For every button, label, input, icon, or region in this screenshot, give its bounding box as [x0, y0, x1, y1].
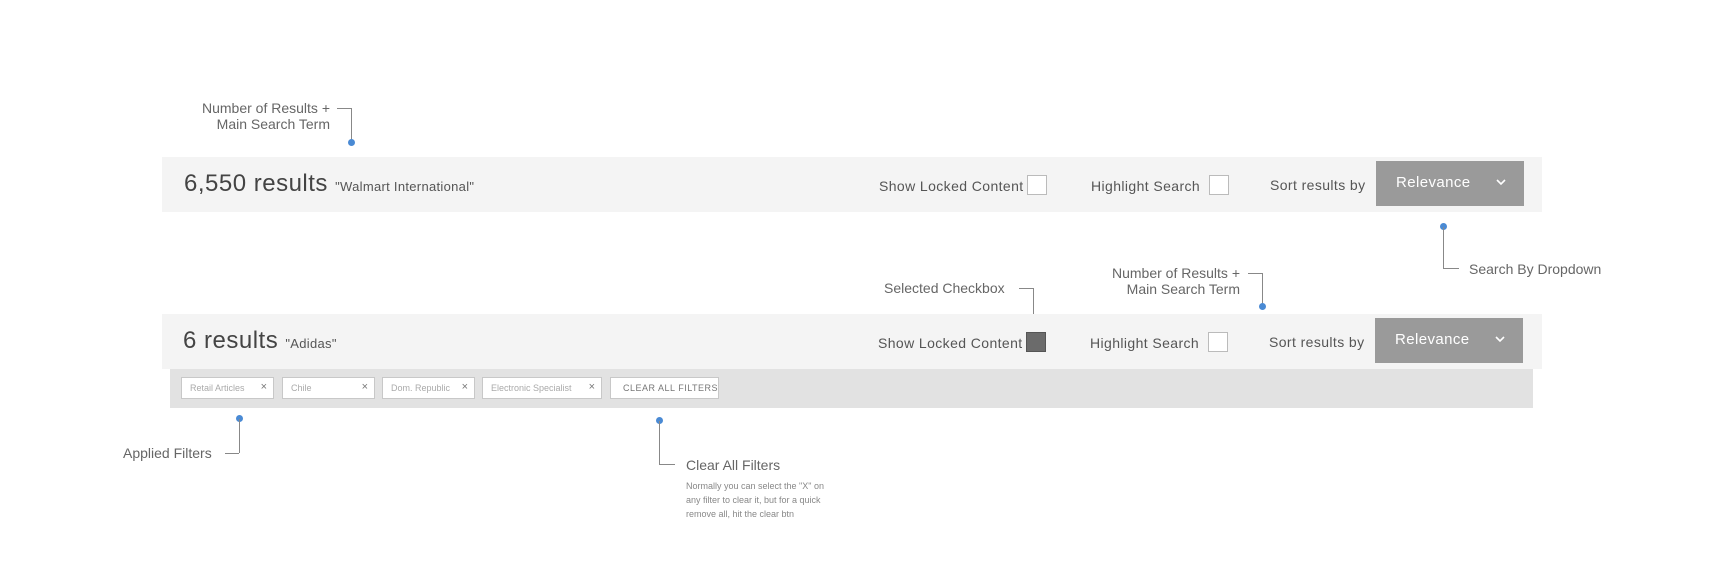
clear-all-filters-button[interactable]: CLEAR ALL FILTERS — [610, 377, 719, 399]
highlight-search-label: Highlight Search — [1090, 335, 1200, 351]
annotation-connector — [659, 464, 675, 465]
annotation-applied-filters: Applied Filters — [123, 445, 212, 461]
sort-dropdown-value: Relevance — [1396, 174, 1471, 191]
filter-chip-label: Retail Articles — [190, 383, 245, 393]
annotation-search-by-dropdown: Search By Dropdown — [1469, 261, 1602, 277]
annotation-results-top-line1: Number of Results + — [202, 100, 330, 116]
results-bar-top: 6,550 results "Walmart International" Sh… — [162, 157, 1542, 212]
annotation-dot — [348, 139, 355, 146]
annotation-dot — [1259, 303, 1266, 310]
annotation-connector — [1248, 273, 1262, 274]
filter-chip[interactable]: Dom. Republic × — [382, 377, 475, 399]
annotation-connector — [1443, 268, 1459, 269]
close-icon[interactable]: × — [462, 381, 468, 393]
sort-dropdown-value: Relevance — [1395, 331, 1470, 348]
clear-all-filters-label: CLEAR ALL FILTERS — [623, 383, 719, 393]
filter-chip-label: Dom. Republic — [391, 383, 451, 393]
sort-label: Sort results by — [1270, 177, 1366, 193]
filter-chip[interactable]: Electronic Specialist × — [482, 377, 602, 399]
annotation-connector — [239, 419, 240, 453]
annotation-connector — [1019, 288, 1033, 289]
filter-chip-label: Electronic Specialist — [491, 383, 572, 393]
highlight-search-label: Highlight Search — [1091, 178, 1201, 194]
annotation-selected-checkbox: Selected Checkbox — [884, 280, 1005, 296]
annotation-clear-all-note: Normally you can select the "X" on any f… — [686, 481, 824, 519]
results-count: 6,550 results "Walmart International" — [184, 170, 474, 198]
annotation-connector — [337, 108, 351, 109]
annotation-results-bottom: Number of Results + Main Search Term — [1090, 265, 1240, 297]
results-count-text: 6 results — [183, 327, 279, 354]
annotation-results-bottom-line1: Number of Results + — [1112, 265, 1240, 281]
highlight-search-checkbox[interactable] — [1209, 175, 1229, 195]
search-term: "Adidas" — [285, 336, 337, 351]
results-bar-bottom: 6 results "Adidas" Show Locked Content H… — [162, 314, 1542, 369]
filter-chip[interactable]: Retail Articles × — [181, 377, 274, 399]
close-icon[interactable]: × — [362, 381, 368, 393]
sort-dropdown[interactable]: Relevance — [1376, 161, 1524, 206]
highlight-search-checkbox[interactable] — [1208, 332, 1228, 352]
filter-chip[interactable]: Chile × — [282, 377, 375, 399]
annotation-results-top-line2: Main Search Term — [216, 116, 330, 132]
chevron-down-icon — [1496, 179, 1506, 186]
annotation-connector — [659, 421, 660, 464]
show-locked-label: Show Locked Content — [878, 335, 1023, 351]
show-locked-label: Show Locked Content — [879, 178, 1024, 194]
sort-label: Sort results by — [1269, 334, 1365, 350]
annotation-connector — [1443, 227, 1444, 268]
sort-dropdown[interactable]: Relevance — [1375, 318, 1523, 363]
annotation-connector — [351, 108, 352, 142]
annotation-connector — [225, 453, 239, 454]
annotation-results-top: Number of Results + Main Search Term — [180, 100, 330, 132]
annotation-connector — [1262, 273, 1263, 307]
annotation-clear-all-filters: Clear All Filters — [686, 457, 781, 473]
show-locked-checkbox[interactable] — [1026, 332, 1046, 352]
results-count-text: 6,550 results — [184, 170, 328, 197]
search-term: "Walmart International" — [335, 179, 475, 194]
close-icon[interactable]: × — [261, 381, 267, 393]
chevron-down-icon — [1495, 336, 1505, 343]
annotation-results-bottom-line2: Main Search Term — [1126, 281, 1240, 297]
close-icon[interactable]: × — [589, 381, 595, 393]
filter-chip-label: Chile — [291, 383, 312, 393]
applied-filters-bar: Retail Articles × Chile × Dom. Republic … — [170, 369, 1533, 408]
show-locked-checkbox[interactable] — [1027, 175, 1047, 195]
results-count: 6 results "Adidas" — [183, 327, 337, 355]
